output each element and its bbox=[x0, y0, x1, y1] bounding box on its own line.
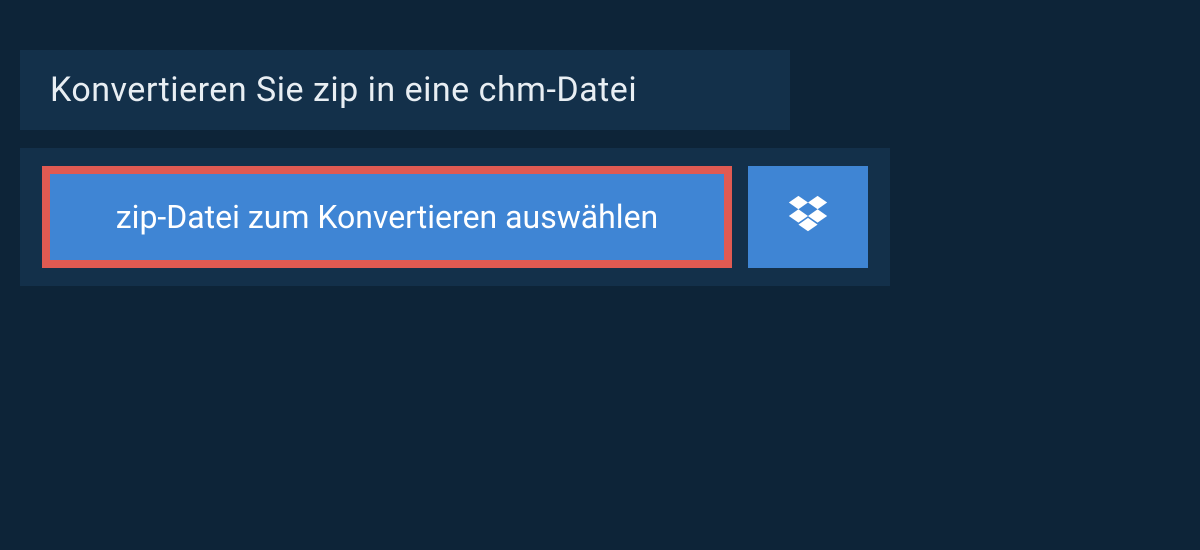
upload-panel: zip-Datei zum Konvertieren auswählen bbox=[20, 148, 890, 286]
dropbox-icon bbox=[785, 192, 831, 242]
header-strip: Konvertieren Sie zip in eine chm-Datei bbox=[20, 50, 790, 130]
page-title: Konvertieren Sie zip in eine chm-Datei bbox=[50, 70, 760, 110]
select-file-label: zip-Datei zum Konvertieren auswählen bbox=[116, 198, 658, 236]
dropbox-button[interactable] bbox=[748, 166, 868, 268]
select-file-button[interactable]: zip-Datei zum Konvertieren auswählen bbox=[42, 166, 732, 268]
